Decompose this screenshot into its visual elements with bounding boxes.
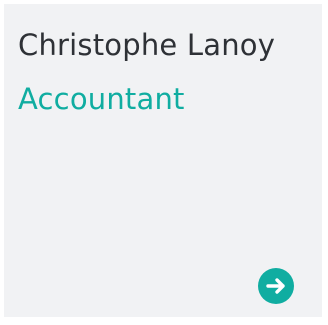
arrow-right-icon bbox=[258, 268, 294, 304]
person-name: Christophe Lanoy bbox=[18, 28, 276, 62]
person-role: Accountant bbox=[18, 82, 185, 116]
view-profile-button[interactable] bbox=[258, 268, 294, 304]
profile-card: Christophe Lanoy Accountant bbox=[4, 4, 322, 317]
